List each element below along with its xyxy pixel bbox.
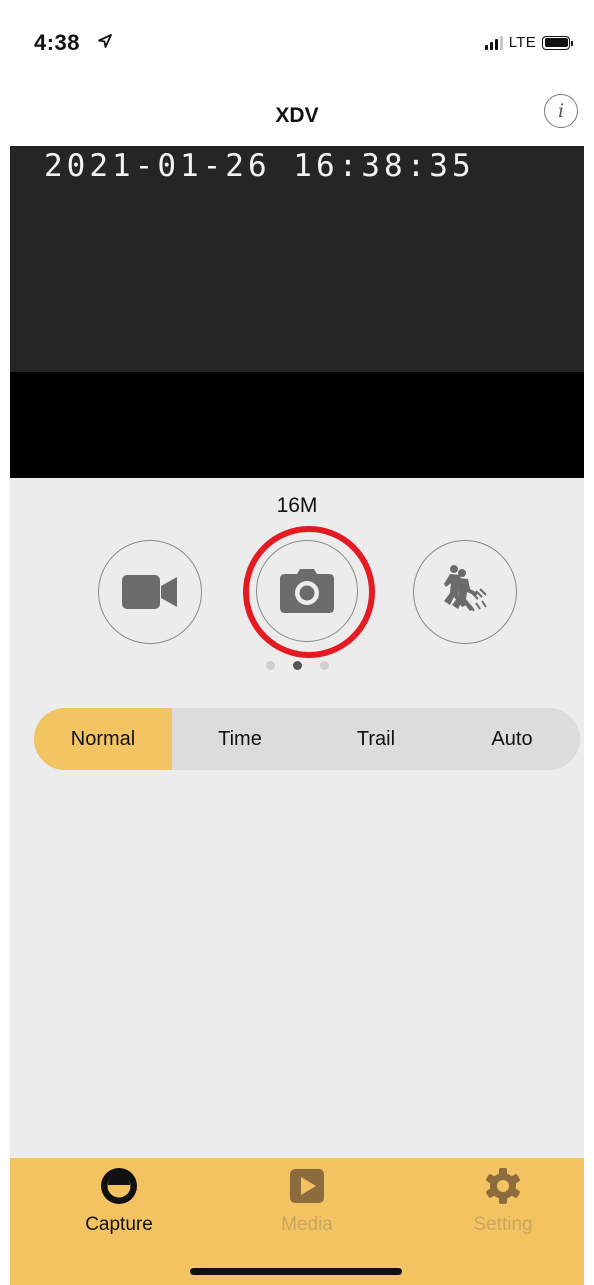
network-type: LTE — [508, 34, 536, 51]
home-indicator[interactable] — [190, 1268, 402, 1275]
tab-capture-label: Capture — [85, 1214, 153, 1235]
preview-frame: 2021-01-26 16:38:35 — [10, 146, 584, 372]
photo-mode-button[interactable] — [256, 540, 358, 642]
segment-auto[interactable]: Auto — [444, 708, 580, 770]
tab-setting[interactable]: Setting — [443, 1166, 563, 1236]
status-time: 4:38 — [34, 30, 81, 55]
page-dot-active[interactable] — [292, 661, 302, 670]
capture-mode-selector: Normal Time Trail Auto — [34, 708, 580, 770]
navigation-bar: XDV i — [10, 88, 584, 146]
resolution-label[interactable]: 16M — [10, 494, 584, 518]
preview-timestamp: 2021-01-26 16:38:35 — [44, 148, 475, 184]
play-icon — [287, 1166, 327, 1206]
status-indicators: LTE — [484, 34, 573, 51]
info-glyph: i — [557, 100, 565, 122]
segment-normal[interactable]: Normal — [34, 708, 172, 770]
tab-media-label: Media — [281, 1214, 333, 1235]
status-bar: 4:38 LTE — [10, 0, 584, 88]
segment-trail[interactable]: Trail — [308, 708, 444, 770]
page-dot[interactable] — [319, 661, 329, 670]
camera-preview: 2021-01-26 16:38:35 — [10, 146, 584, 478]
location-arrow-icon — [98, 34, 112, 48]
tab-setting-label: Setting — [473, 1214, 533, 1235]
capture-lens-icon — [99, 1166, 139, 1206]
cellular-signal-icon — [484, 35, 503, 50]
tab-media[interactable]: Media — [247, 1166, 367, 1236]
camera-icon — [280, 569, 334, 613]
segment-time[interactable]: Time — [172, 708, 308, 770]
page-indicator — [10, 661, 584, 670]
phone-screen: 4:38 LTE XDV i 2021-01-26 16:38:35 16M N… — [10, 0, 584, 1285]
burst-mode-button[interactable] — [413, 540, 517, 644]
info-icon[interactable]: i — [544, 94, 578, 128]
burst-runner-icon — [444, 565, 487, 612]
tab-capture[interactable]: Capture — [59, 1166, 179, 1236]
tab-bar: Capture Media Setting — [10, 1158, 584, 1285]
page-title: XDV — [275, 104, 319, 127]
video-camera-icon — [122, 575, 177, 609]
page-dot[interactable] — [265, 661, 275, 670]
battery-icon — [542, 35, 573, 50]
video-mode-button[interactable] — [98, 540, 202, 644]
gear-icon — [483, 1166, 523, 1206]
